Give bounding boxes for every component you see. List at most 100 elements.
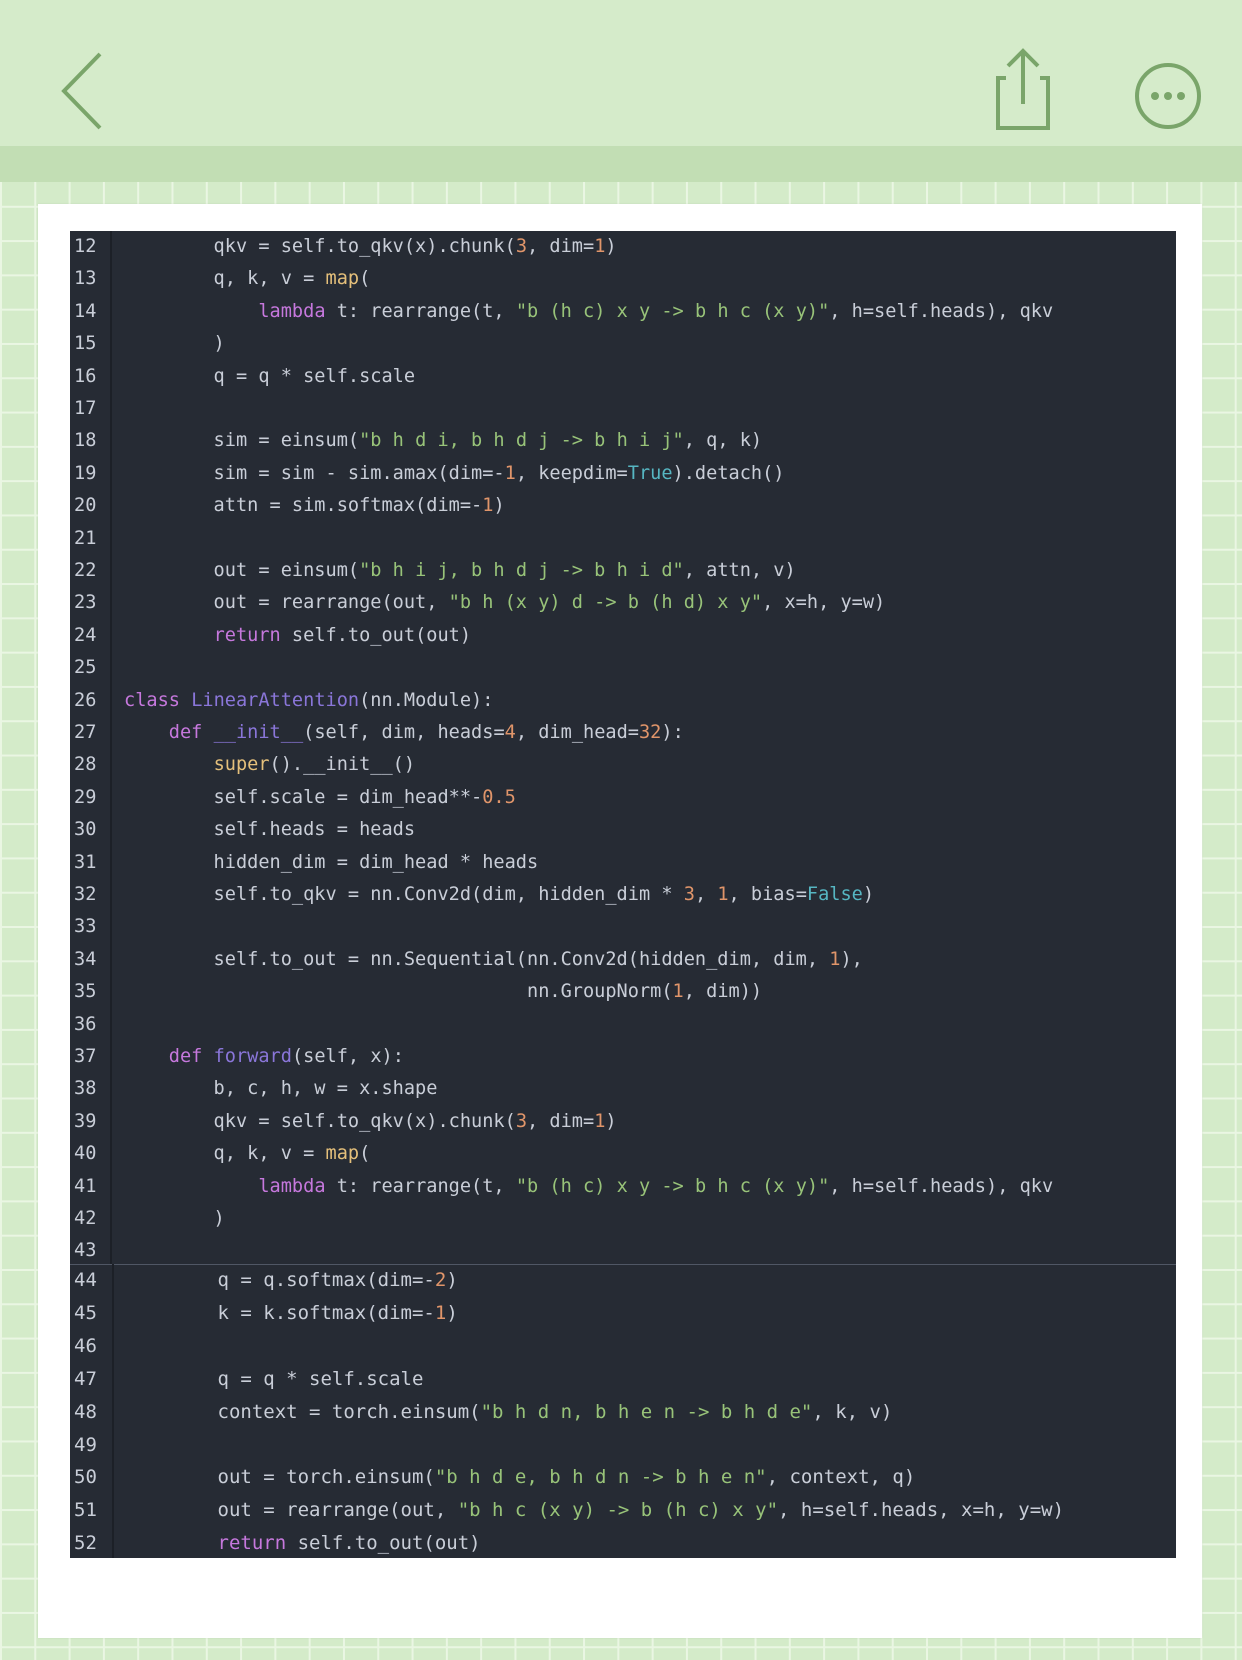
code-line: 34 self.to_out = nn.Sequential(nn.Conv2d… [70, 944, 1176, 976]
code-token: 2 [434, 1269, 447, 1291]
code-line: 30 self.heads = heads [70, 814, 1176, 846]
code-token: "b (h c) x y -> b h c (x y)" [515, 300, 830, 322]
code-token: , bias= [728, 884, 807, 905]
code-token: t: rearrange(t, [325, 300, 516, 322]
code-line: 21 [70, 523, 1176, 555]
code-line: 33 [70, 911, 1176, 943]
code-token: , keepdim= [515, 462, 628, 484]
code-token: ) [446, 1301, 458, 1324]
code-token: out = einsum( [124, 560, 360, 581]
code-line: 15 ) [70, 328, 1176, 360]
code-line: 44 q = q.softmax(dim=-2) [70, 1264, 1176, 1297]
line-number: 36 [74, 1013, 97, 1035]
code-text: q, k, v = map( [124, 1138, 371, 1170]
code-token: forward [213, 1046, 292, 1067]
line-number: 48 [74, 1400, 97, 1423]
code-token: q, k, v = [124, 268, 326, 290]
code-token: self.heads = heads [124, 819, 416, 841]
code-token: out = rearrange(out, [126, 1499, 458, 1522]
line-number: 18 [74, 430, 97, 452]
code-token: , dim_head= [515, 722, 639, 743]
line-number: 38 [74, 1078, 97, 1100]
code-token: ) [493, 495, 505, 517]
code-token: qkv = self.to_qkv(x).chunk( [124, 1110, 516, 1132]
code-text: q = q.softmax(dim=-2) [126, 1264, 458, 1297]
code-text: lambda t: rearrange(t, "b (h c) x y -> b… [124, 296, 1053, 328]
code-text: ) [124, 1203, 225, 1235]
code-token: self.to_out = nn.Sequential(nn.Conv2d(hi… [124, 948, 830, 970]
code-text: sim = einsum("b h d i, b h d j -> b h i … [124, 425, 763, 457]
code-line: 17 [70, 393, 1176, 425]
code-token: q = q * self.scale [124, 365, 416, 387]
more-dots-icon[interactable] [1130, 58, 1232, 134]
code-token: "b h d e, b h d n -> b h e n" [434, 1466, 767, 1489]
line-number: 50 [74, 1466, 97, 1489]
code-token: , dim= [527, 236, 595, 257]
line-number: 22 [74, 560, 97, 581]
code-token: 1 [434, 1301, 447, 1324]
code-line: 46 [70, 1330, 1176, 1363]
code-token: 1 [672, 981, 684, 1003]
code-token: hidden_dim = dim_head * heads [124, 851, 539, 873]
code-line: 18 sim = einsum("b h d i, b h d j -> b h… [70, 425, 1176, 457]
code-token: def [168, 722, 203, 743]
line-number: 29 [74, 786, 97, 808]
line-number: 25 [74, 657, 97, 679]
line-number: 20 [74, 495, 97, 517]
code-line: 37 def forward(self, x): [70, 1041, 1176, 1073]
code-text: q = q * self.scale [126, 1363, 424, 1396]
code-token: ) [124, 333, 225, 355]
code-token: self.to_qkv = nn.Conv2d(dim, hidden_dim … [124, 884, 684, 905]
code-token: b, c, h, w = x.shape [124, 1078, 438, 1100]
code-token: sim = sim - sim.amax(dim=- [124, 462, 505, 484]
code-token: return [217, 1532, 287, 1555]
code-token: LinearAttention [191, 689, 360, 711]
code-token: ) [605, 1110, 617, 1132]
code-token: context = torch.einsum( [126, 1400, 481, 1423]
code-token: map [325, 268, 360, 290]
code-token: ().__init__() [269, 754, 416, 776]
code-token: "b h i j, b h d j -> b h i d" [359, 560, 684, 581]
line-number: 33 [74, 916, 97, 938]
code-text: k = k.softmax(dim=-1) [126, 1297, 458, 1330]
code-token: ) [862, 884, 875, 905]
code-token: sim = einsum( [124, 430, 360, 452]
code-token: 32 [638, 722, 662, 743]
code-token: q = q.softmax(dim=- [126, 1269, 435, 1291]
line-number: 27 [74, 722, 97, 743]
code-token: lambda [258, 1175, 326, 1197]
code-token: q = q * self.scale [126, 1367, 424, 1390]
code-token: "b h d n, b h e n -> b h d e" [480, 1400, 813, 1423]
code-token: ( [359, 268, 371, 290]
code-line: 26 class LinearAttention(nn.Module): [70, 685, 1176, 717]
code-token: "b (h c) x y -> b h c (x y)" [515, 1175, 830, 1197]
code-token: "b h c (x y) -> b (h c) x y" [457, 1499, 779, 1522]
code-line: 50 out = torch.einsum("b h d e, b h d n … [70, 1461, 1176, 1494]
code-line: 40 q, k, v = map( [70, 1138, 1176, 1170]
line-number: 42 [74, 1208, 97, 1229]
line-number: 43 [74, 1240, 97, 1262]
code-line: 23 out = rearrange(out, "b h (x y) d -> … [70, 587, 1176, 619]
code-token: 0.5 [482, 786, 516, 808]
code-text: sim = sim - sim.amax(dim=-1, keepdim=Tru… [124, 458, 785, 490]
code-token: 1 [482, 495, 494, 517]
code-token: map [325, 1143, 360, 1165]
code-line: 24 return self.to_out(out) [70, 620, 1176, 652]
line-number: 46 [74, 1334, 97, 1357]
code-text: q, k, v = map( [124, 263, 371, 295]
code-token: ), [840, 948, 863, 970]
code-token: t: rearrange(t, [325, 1175, 516, 1197]
code-line: 22 out = einsum("b h i j, b h d j -> b h… [70, 555, 1176, 587]
code-token: self.scale = dim_head**- [124, 786, 483, 808]
code-text: qkv = self.to_qkv(x).chunk(3, dim=1) [124, 1106, 617, 1138]
code-token: k = k.softmax(dim=- [126, 1301, 435, 1324]
code-token: , k, v) [812, 1400, 893, 1423]
chevron-left-icon[interactable] [52, 48, 112, 134]
code-line: 36 [70, 1009, 1176, 1041]
share-upload-icon[interactable] [990, 44, 1056, 134]
code-token: , q, k) [683, 430, 763, 452]
code-token: "b h (x y) d -> b (h d) x y" [448, 592, 763, 614]
